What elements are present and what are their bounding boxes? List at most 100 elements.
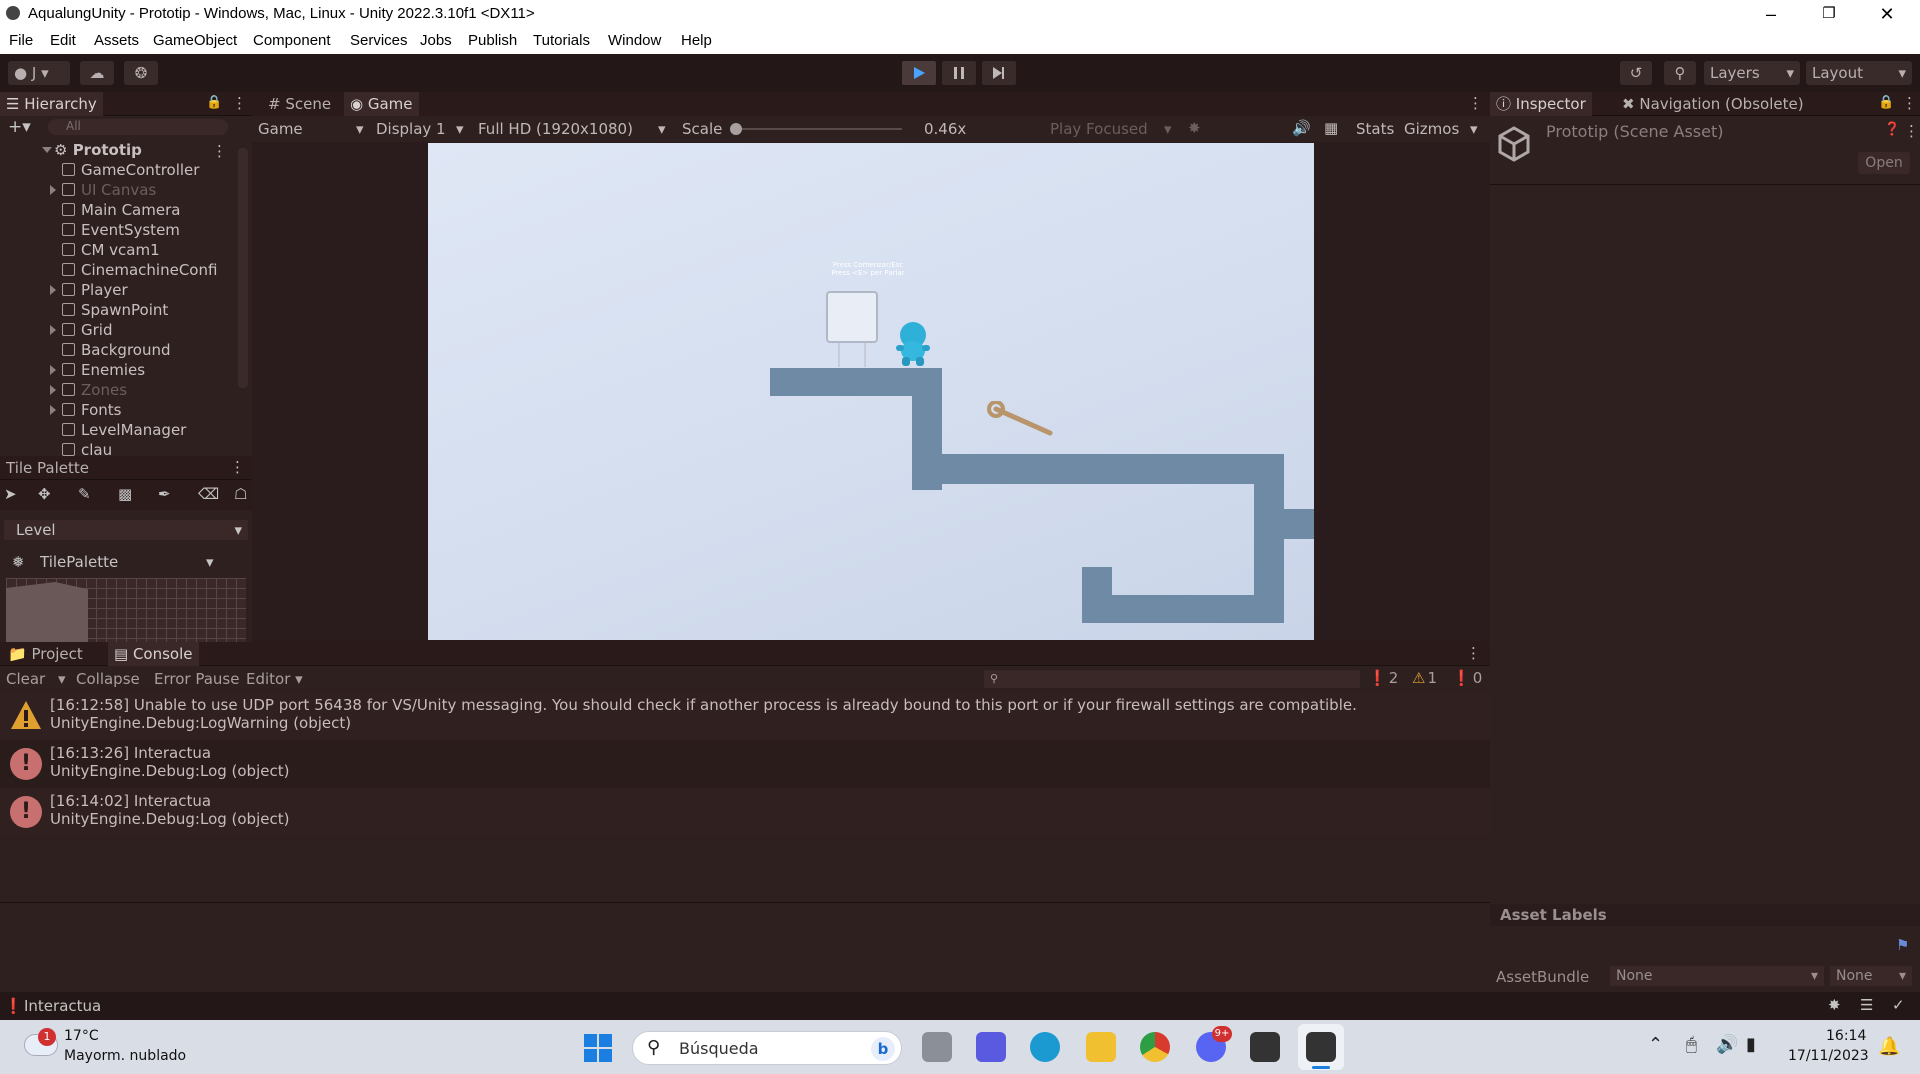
error-count-toggle[interactable]: ❗ 0	[1452, 669, 1482, 687]
picker-tool-icon[interactable]: ✒	[158, 485, 171, 503]
scale-slider[interactable]	[736, 128, 902, 130]
unity-hub-icon[interactable]	[1250, 1032, 1280, 1062]
hierarchy-item[interactable]: CinemachineConfi	[62, 260, 217, 280]
clear-button[interactable]: Clear ▾	[6, 670, 66, 688]
log-entry[interactable]: [16:12:58] Unable to use UDP port 56438 …	[0, 692, 1490, 740]
hierarchy-scrollbar[interactable]	[238, 148, 248, 388]
help-icon[interactable]: ❓	[1884, 122, 1900, 137]
play-focused-dropdown[interactable]: Play Focused ▾	[1050, 120, 1174, 138]
log-entry[interactable]: ! [16:14:02] Interactua UnityEngine.Debug…	[0, 788, 1490, 836]
more-icon[interactable]: ⋮	[1466, 644, 1481, 662]
more-icon[interactable]: ⋮	[230, 458, 245, 476]
tab-console[interactable]: ▤ Console	[108, 642, 199, 666]
expand-arrow-icon[interactable]	[50, 365, 56, 375]
unity-editor-taskbar-item[interactable]	[1298, 1024, 1344, 1070]
eraser-tool-icon[interactable]: ⌫	[198, 485, 219, 503]
menu-services[interactable]: Services	[350, 32, 408, 49]
open-button[interactable]: Open	[1858, 152, 1910, 174]
battery-icon[interactable]: ▮	[1746, 1034, 1756, 1055]
status-text[interactable]: Interactua	[24, 997, 101, 1015]
hierarchy-item[interactable]: UI Canvas	[50, 180, 156, 200]
menu-jobs[interactable]: Jobs	[420, 32, 452, 49]
expand-arrow-icon[interactable]	[50, 385, 56, 395]
hierarchy-item[interactable]: LevelManager	[62, 420, 186, 440]
log-count-toggle[interactable]: ❗ 2	[1368, 669, 1398, 687]
layers-status-icon[interactable]: ☰	[1860, 996, 1873, 1014]
expand-arrow-icon[interactable]	[50, 405, 56, 415]
expand-arrow-icon[interactable]	[50, 185, 56, 195]
hierarchy-item[interactable]: Enemies	[50, 360, 145, 380]
mute-audio-icon[interactable]: 🔊	[1292, 119, 1311, 137]
tab-project[interactable]: 📁 Project	[2, 642, 89, 666]
menu-gameobject[interactable]: GameObject	[153, 32, 237, 49]
pause-button[interactable]	[942, 61, 976, 85]
bug-icon[interactable]: ✸	[1188, 119, 1201, 137]
menu-window[interactable]: Window	[608, 32, 661, 49]
tilemap-layer-dropdown[interactable]: Level ▾	[4, 520, 248, 540]
minimize-button[interactable]: –	[1742, 0, 1800, 28]
box-fill-tool-icon[interactable]: ▩	[118, 485, 132, 503]
layout-dropdown[interactable]: Layout ▾	[1806, 61, 1912, 85]
tab-tile-palette[interactable]: Tile Palette	[0, 456, 95, 480]
stats-button[interactable]: Stats	[1356, 120, 1394, 138]
brush-tool-icon[interactable]: ✎	[78, 485, 91, 503]
hierarchy-item[interactable]: Zones	[50, 380, 127, 400]
tab-navigation[interactable]: ✖ Navigation (Obsolete)	[1616, 92, 1810, 116]
more-icon[interactable]: ⋮	[232, 94, 247, 112]
settings-icon[interactable]: ⋮	[1904, 122, 1919, 140]
task-view-icon[interactable]	[922, 1032, 952, 1062]
menu-publish[interactable]: Publish	[468, 32, 517, 49]
hierarchy-item[interactable]: Main Camera	[62, 200, 180, 220]
step-button[interactable]	[982, 61, 1016, 85]
label-tag-icon[interactable]: ⚑	[1896, 936, 1909, 954]
check-icon[interactable]: ✓	[1892, 996, 1905, 1014]
hierarchy-item[interactable]: Player	[50, 280, 128, 300]
tile-palette-grid[interactable]	[6, 578, 246, 642]
windows-start-icon[interactable]	[584, 1034, 612, 1062]
lock-icon[interactable]: 🔒	[206, 95, 222, 110]
clock-date[interactable]: 17/11/2023	[1788, 1048, 1869, 1064]
hierarchy-search-input[interactable]: All	[48, 119, 228, 135]
collab-icon[interactable]: ❂	[124, 61, 158, 85]
notifications-icon[interactable]: 🔔	[1878, 1036, 1900, 1057]
tab-hierarchy[interactable]: ☰ Hierarchy	[0, 92, 103, 116]
tab-scene[interactable]: # Scene	[262, 92, 337, 116]
scale-slider-handle[interactable]	[730, 123, 742, 135]
volume-icon[interactable]: 🔊	[1716, 1034, 1738, 1055]
menu-tutorials[interactable]: Tutorials	[533, 32, 590, 49]
lock-icon[interactable]: 🔒	[1878, 95, 1894, 110]
fill-tool-icon[interactable]: ☖	[234, 485, 247, 503]
log-entry[interactable]: ! [16:13:26] Interactua UnityEngine.Debug…	[0, 740, 1490, 788]
expand-arrow-icon[interactable]	[50, 325, 56, 335]
assetbundle-variant-dropdown[interactable]: None ▾	[1830, 966, 1912, 986]
debug-icon[interactable]: ✸	[1828, 996, 1841, 1014]
hierarchy-item[interactable]: Background	[62, 340, 171, 360]
hierarchy-item[interactable]: EventSystem	[62, 220, 180, 240]
more-icon[interactable]: ⋮	[1902, 94, 1917, 112]
play-button[interactable]	[902, 61, 936, 85]
weather-temp[interactable]: 17°C	[64, 1028, 99, 1044]
menu-component[interactable]: Component	[253, 32, 331, 49]
chrome-icon[interactable]	[1140, 1032, 1170, 1062]
error-pause-button[interactable]: Error Pause	[154, 670, 239, 688]
hierarchy-item[interactable]: Fonts	[50, 400, 121, 420]
menu-edit[interactable]: Edit	[50, 32, 76, 49]
edge-icon[interactable]	[1030, 1032, 1060, 1062]
gizmos-dropdown[interactable]: Gizmos ▾	[1404, 120, 1480, 138]
move-tool-icon[interactable]: ✥	[38, 485, 51, 503]
network-icon[interactable]: 🖱	[1686, 1034, 1697, 1055]
maximize-button[interactable]: ❐	[1800, 0, 1858, 28]
hierarchy-item[interactable]: CM vcam1	[62, 240, 160, 260]
palette-dropdown[interactable]: ❅ TilePalette ▾	[8, 552, 222, 572]
cloud-icon[interactable]: ☁	[80, 61, 114, 85]
assetbundle-dropdown[interactable]: None ▾	[1610, 966, 1824, 986]
close-button[interactable]: ✕	[1858, 0, 1916, 28]
menu-assets[interactable]: Assets	[94, 32, 139, 49]
tab-inspector[interactable]: ⓘ Inspector	[1490, 92, 1592, 116]
hierarchy-item[interactable]: GameController	[62, 160, 199, 180]
display-dropdown[interactable]: Display 1 ▾	[376, 120, 470, 138]
console-search-input[interactable]: ⚲	[984, 670, 1360, 688]
scene-root[interactable]: ⚙ Prototip	[42, 140, 142, 160]
menu-help[interactable]: Help	[681, 32, 712, 49]
layers-dropdown[interactable]: Layers ▾	[1704, 61, 1800, 85]
